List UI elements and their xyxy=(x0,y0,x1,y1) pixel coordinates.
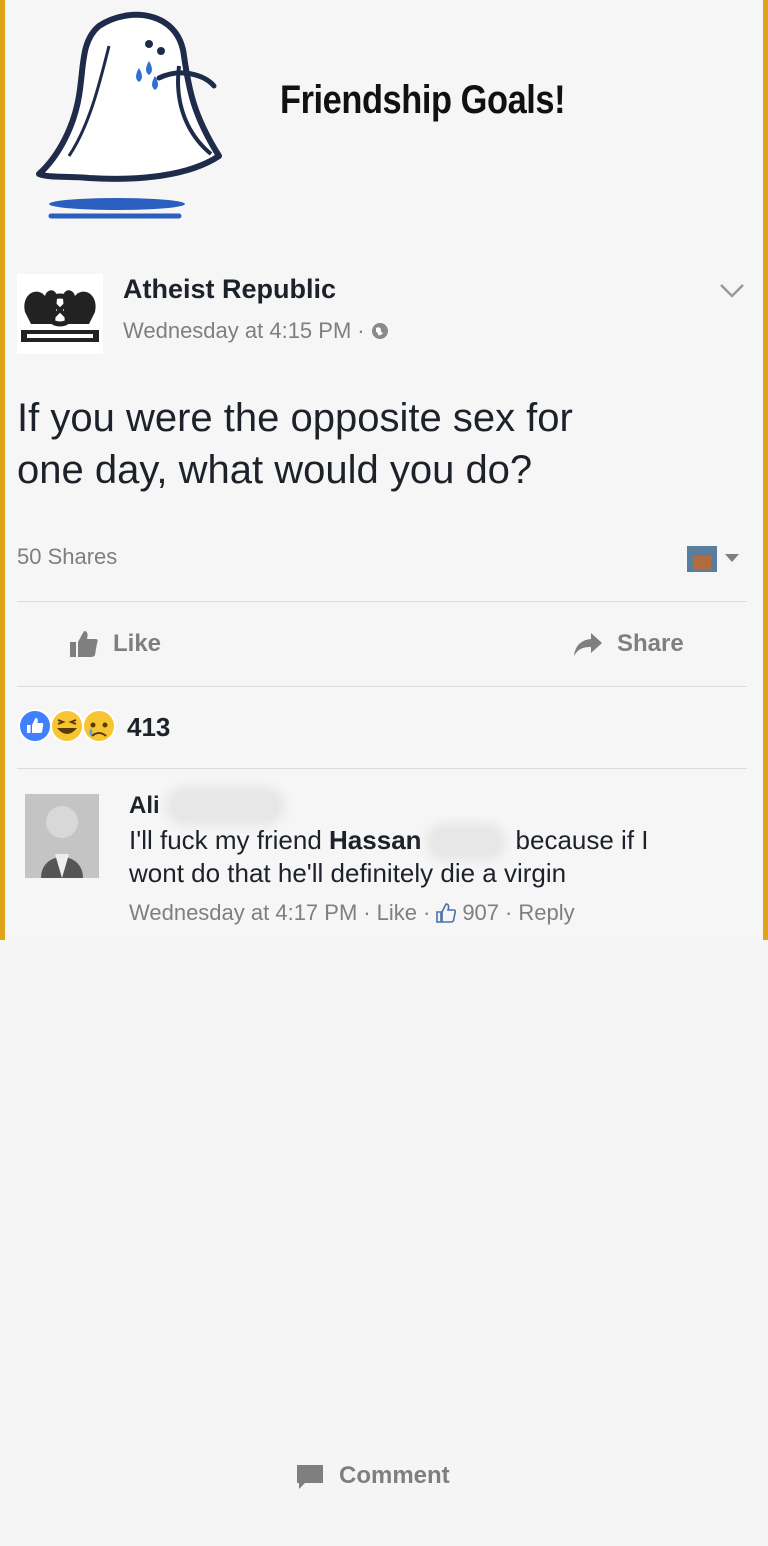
post-text-line: If you were the opposite sex for xyxy=(17,396,573,440)
thumbs-up-outline-icon xyxy=(436,903,457,923)
divider xyxy=(17,601,747,602)
post-text-line: one day, what would you do? xyxy=(17,448,533,492)
comment-bubble-icon xyxy=(297,1465,323,1489)
share-label: Share xyxy=(617,630,684,657)
thumbs-up-icon xyxy=(70,631,98,657)
redacted-surname xyxy=(171,792,279,820)
avatar-placeholder-icon xyxy=(25,794,99,878)
comment-like-link[interactable]: Like xyxy=(377,900,417,925)
comment-button[interactable]: Comment xyxy=(295,1406,768,1546)
comment-text: I'll fuck my friend Hassan because if I w… xyxy=(129,824,729,890)
comment-reply-link[interactable]: Reply xyxy=(518,900,574,925)
share-button[interactable]: Share xyxy=(573,616,684,672)
crying-ghost-icon xyxy=(36,11,222,219)
comment: Ali I'll fuck my friend Hassan because if… xyxy=(17,790,747,930)
divider xyxy=(17,686,747,687)
comment-like-count[interactable]: 907 xyxy=(462,900,499,925)
audience-avatar xyxy=(687,546,717,572)
page-logo[interactable] xyxy=(17,274,103,354)
comment-meta: Wednesday at 4:17 PM · Like · 907 · Reply xyxy=(129,900,575,926)
mentioned-friend[interactable]: Hassan xyxy=(329,825,422,855)
meme-title: Friendship Goals! xyxy=(280,78,566,122)
divider xyxy=(17,768,747,769)
comment-text-part: because if I xyxy=(515,825,649,855)
comment-text-part: I'll fuck my friend xyxy=(129,825,322,855)
actions-row: Like Comment Share xyxy=(17,616,747,1489)
page-name[interactable]: Atheist Republic xyxy=(123,274,336,305)
haha-reaction-icon xyxy=(50,709,84,743)
meta-separator: · xyxy=(357,318,365,343)
share-arrow-icon xyxy=(574,633,602,656)
meta-separator: · xyxy=(505,900,513,925)
screenshot-frame: Friendship Goals! Atheist Republic Wedne… xyxy=(0,0,768,1489)
comment-label: Comment xyxy=(339,1462,450,1489)
shares-count[interactable]: 50 Shares xyxy=(17,544,117,570)
like-button[interactable]: Like xyxy=(69,616,161,672)
reaction-icons xyxy=(18,709,116,743)
caret-down-icon xyxy=(725,554,739,562)
audience-selector[interactable] xyxy=(687,544,743,574)
atheist-republic-logo-icon xyxy=(17,274,103,354)
commenter-name[interactable]: Ali xyxy=(129,792,160,820)
comment-timestamp[interactable]: Wednesday at 4:17 PM xyxy=(129,900,357,925)
redacted-mention xyxy=(431,829,500,856)
meta-separator: · xyxy=(363,900,371,925)
commenter-avatar[interactable] xyxy=(25,794,99,878)
shares-row: 50 Shares xyxy=(17,544,747,580)
comment-text-part: wont do that he'll definitely die a virg… xyxy=(129,858,567,888)
post-meta: Wednesday at 4:15 PM · xyxy=(123,318,389,344)
like-reaction-icon xyxy=(18,709,52,743)
meta-separator: · xyxy=(422,900,431,925)
meme-header: Friendship Goals! xyxy=(5,0,763,240)
sad-reaction-icon xyxy=(82,709,116,743)
chevron-down-icon[interactable] xyxy=(719,282,745,300)
post-text: If you were the opposite sex for one day… xyxy=(17,392,737,496)
globe-icon xyxy=(371,323,388,339)
like-label: Like xyxy=(113,630,162,657)
reaction-count: 413 xyxy=(127,712,171,742)
post-timestamp[interactable]: Wednesday at 4:15 PM xyxy=(123,318,351,343)
reactions-row[interactable]: 413 xyxy=(17,706,747,746)
post-header: Atheist Republic Wednesday at 4:15 PM · xyxy=(17,268,757,354)
